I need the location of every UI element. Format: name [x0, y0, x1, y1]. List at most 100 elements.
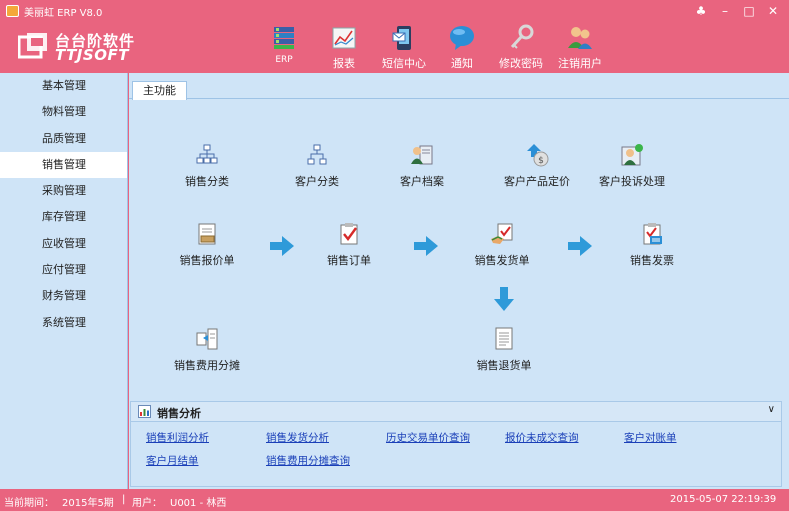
- link-quote-not-closed-query[interactable]: 报价未成交查询: [505, 430, 579, 445]
- function-sales-delivery[interactable]: 销售发货单: [457, 222, 547, 268]
- complaint-icon: [621, 144, 643, 166]
- link-sales-expense-query[interactable]: 销售费用分摊查询: [266, 453, 350, 468]
- sidebar-item-receivable[interactable]: 应收管理: [0, 231, 127, 257]
- chart-icon: [138, 405, 151, 418]
- expense-icon: [196, 328, 218, 350]
- sms-icon: [392, 26, 411, 50]
- svg-text:$: $: [538, 156, 544, 166]
- toolbar-erp-label: ERP: [275, 55, 293, 65]
- function-sales-invoice[interactable]: 销售发票: [607, 222, 697, 268]
- toolbar-logout-button[interactable]: 注销用户: [550, 24, 610, 72]
- toolbar-sms-button[interactable]: 短信中心: [374, 24, 434, 72]
- link-history-price-query[interactable]: 历史交易单价查询: [386, 430, 470, 445]
- toolbar-report-label: 报表: [333, 57, 355, 70]
- sidebar-item-purchase[interactable]: 采购管理: [0, 178, 127, 204]
- sales-analysis-panel: 销售分析 ∨ 销售利润分析 销售发货分析 历史交易单价查询 报价未成交查询 客户…: [130, 401, 782, 487]
- logout-users-icon: [568, 27, 592, 49]
- sales-analysis-title: 销售分析: [157, 407, 201, 420]
- status-period-value: 2015年5期: [62, 498, 114, 509]
- flow-arrow-right-icon: [568, 236, 592, 256]
- minimize-button[interactable]: –: [718, 4, 732, 18]
- report-icon: [332, 27, 356, 49]
- maximize-button[interactable]: □: [742, 4, 756, 18]
- function-label: 客户分类: [295, 175, 339, 188]
- key-icon: [510, 24, 534, 49]
- function-label: 客户产品定价: [504, 175, 570, 188]
- delivery-icon: [491, 223, 513, 244]
- sidebar-item-sales[interactable]: 销售管理: [0, 151, 127, 179]
- sidebar-item-material[interactable]: 物料管理: [0, 99, 127, 125]
- status-user-label: 用户：: [132, 498, 162, 509]
- function-customer-complaint[interactable]: 客户投诉处理: [587, 143, 677, 189]
- function-sales-quote[interactable]: 销售报价单: [162, 222, 252, 268]
- order-icon: [340, 223, 358, 245]
- sales-analysis-header: 销售分析 ∨: [131, 402, 781, 422]
- function-label: 销售报价单: [179, 254, 235, 267]
- logo-mark-icon: [18, 33, 47, 59]
- sidebar-item-basic[interactable]: 基本管理: [0, 73, 127, 99]
- close-button[interactable]: ✕: [766, 4, 780, 18]
- function-customer-category[interactable]: 客户分类: [272, 143, 362, 189]
- link-customer-statement[interactable]: 客户对账单: [624, 430, 677, 445]
- toolbar-report-button[interactable]: 报表: [314, 24, 374, 72]
- pricing-icon: $: [527, 144, 549, 167]
- flow-arrow-down-icon: [494, 287, 514, 311]
- sidebar-item-inventory[interactable]: 库存管理: [0, 204, 127, 230]
- main-panel: 主功能 销售分类 客户分类 客户档案 $ 客户产品定价 客户投诉处理 销售报价单…: [129, 73, 789, 489]
- app-icon: [6, 5, 19, 17]
- function-sales-category[interactable]: 销售分类: [162, 143, 252, 189]
- title-bar: 美丽虹 ERP V8.0 ♣ – □ ✕: [0, 0, 789, 22]
- skin-icon[interactable]: ♣: [694, 4, 708, 18]
- function-sales-return[interactable]: 销售退货单: [459, 327, 549, 373]
- category-tree-icon: [196, 144, 218, 164]
- link-customer-monthly-statement[interactable]: 客户月结单: [146, 453, 199, 468]
- erp-icon: [274, 27, 294, 49]
- function-customer-pricing[interactable]: $ 客户产品定价: [492, 143, 582, 189]
- function-sales-expense[interactable]: 销售费用分摊: [162, 327, 252, 373]
- status-period-label: 当前期间：: [4, 498, 54, 509]
- function-label: 客户投诉处理: [599, 175, 665, 188]
- function-label: 销售订单: [327, 254, 371, 267]
- logo: 台台阶软件 TTJSOFT: [18, 29, 134, 64]
- flow-arrow-right-icon: [270, 236, 294, 256]
- notice-icon: [450, 26, 474, 50]
- app-header: 美丽虹 ERP V8.0 ♣ – □ ✕ 台台阶软件 TTJSOFT ERP 报…: [0, 0, 789, 73]
- function-sales-order[interactable]: 销售订单: [304, 222, 394, 268]
- tab-main-function[interactable]: 主功能: [132, 81, 187, 100]
- status-separator: |: [122, 494, 126, 505]
- function-label: 销售发货单: [474, 254, 530, 267]
- status-bar: 当前期间： 2015年5期 | 用户： U001 - 林西 2015-05-07…: [0, 489, 789, 511]
- invoice-icon: [643, 223, 662, 245]
- link-sales-delivery-analysis[interactable]: 销售发货分析: [266, 430, 329, 445]
- flow-arrow-right-icon: [414, 236, 438, 256]
- toolbar-change-password-label: 修改密码: [499, 57, 543, 70]
- toolbar-notice-label: 通知: [451, 57, 473, 70]
- logo-text-en: TTJSOFT: [55, 46, 129, 64]
- function-label: 销售费用分摊: [174, 359, 240, 372]
- toolbar-logout-label: 注销用户: [558, 57, 602, 70]
- function-customer-file[interactable]: 客户档案: [377, 143, 467, 189]
- sidebar: 基本管理 物料管理 品质管理 销售管理 采购管理 库存管理 应收管理 应付管理 …: [0, 73, 128, 489]
- sidebar-item-system[interactable]: 系统管理: [0, 310, 127, 336]
- function-label: 销售退货单: [476, 359, 532, 372]
- customer-category-icon: [307, 144, 327, 165]
- toolbar-notice-button[interactable]: 通知: [432, 24, 492, 72]
- toolbar-change-password-button[interactable]: 修改密码: [491, 24, 551, 72]
- status-datetime: 2015-05-07 22:19:39: [670, 494, 777, 505]
- function-label: 客户档案: [400, 175, 444, 188]
- customer-file-icon: [411, 145, 433, 165]
- status-user-value: U001 - 林西: [170, 498, 227, 509]
- function-label: 销售分类: [185, 175, 229, 188]
- quote-icon: [198, 223, 216, 245]
- return-icon: [495, 327, 513, 350]
- tab-bar: 主功能: [129, 73, 789, 100]
- toolbar-erp-button[interactable]: ERP: [254, 24, 314, 72]
- function-canvas: 销售分类 客户分类 客户档案 $ 客户产品定价 客户投诉处理 销售报价单 销售订…: [129, 100, 787, 400]
- sidebar-item-finance[interactable]: 财务管理: [0, 283, 127, 309]
- collapse-chevron-icon[interactable]: ∨: [768, 404, 775, 415]
- toolbar-sms-label: 短信中心: [382, 57, 426, 70]
- link-sales-profit-analysis[interactable]: 销售利润分析: [146, 430, 209, 445]
- sidebar-item-quality[interactable]: 品质管理: [0, 126, 127, 152]
- function-label: 销售发票: [630, 254, 674, 267]
- sidebar-item-payable[interactable]: 应付管理: [0, 257, 127, 283]
